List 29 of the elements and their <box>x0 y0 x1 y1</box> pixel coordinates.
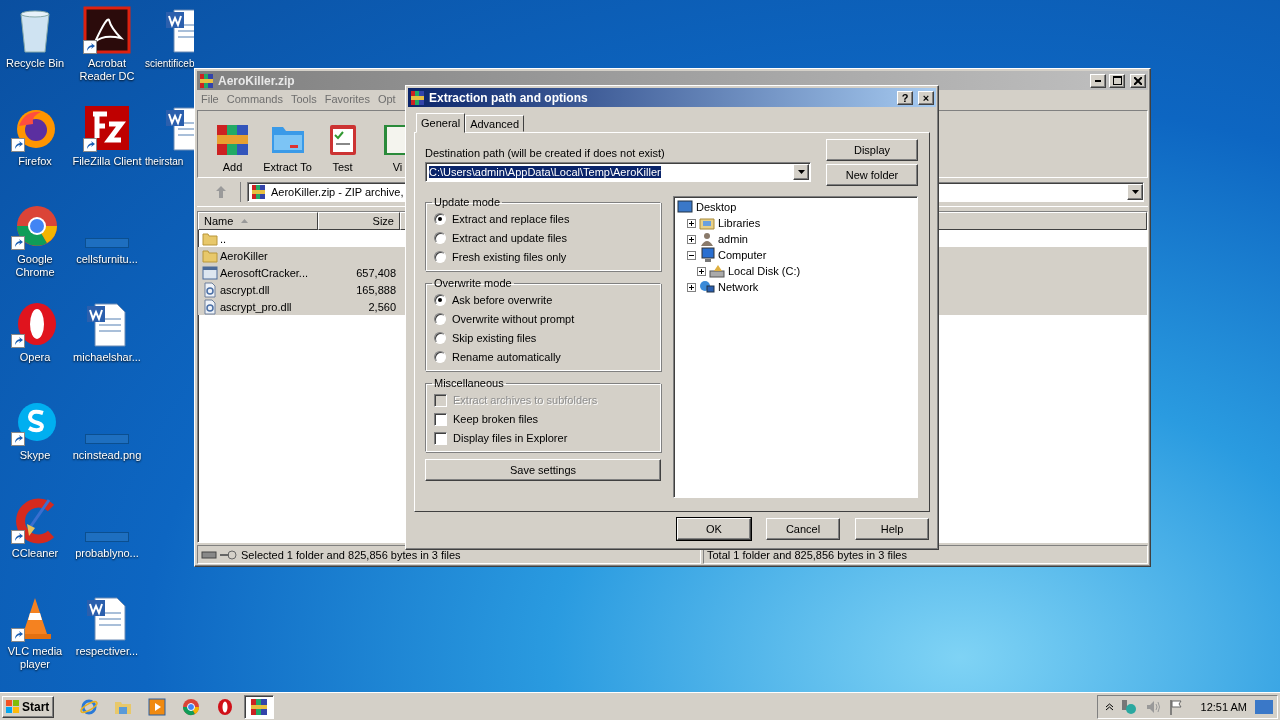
option-label: Extract archives to subfolders <box>453 394 598 406</box>
file-size: 2,560 <box>367 300 396 313</box>
group-title: Overwrite mode <box>433 277 513 289</box>
clock: 12:51 AM <box>1200 700 1247 713</box>
window-title: Extraction path and options <box>429 90 589 105</box>
option-label: Skip existing files <box>452 332 537 344</box>
file-name: .. <box>220 232 227 245</box>
option-label: Overwrite without prompt <box>452 313 575 325</box>
option-label: Display files in Explorer <box>453 432 568 444</box>
option-label: Rename automatically <box>452 351 561 363</box>
file-name: ascrypt.dll <box>220 283 270 296</box>
option-label: Fresh existing files only <box>452 251 567 263</box>
field-label: Destination path (will be created if does not exist) <box>425 147 666 159</box>
address-text: AeroKiller.zip - ZIP archive, <box>271 186 404 198</box>
group-title: Update mode <box>433 196 502 208</box>
option-label: Extract and replace files <box>452 213 570 225</box>
group-title: Miscellaneous <box>433 377 505 389</box>
status-text: Total 1 folder and 825,856 bytes in 3 files <box>707 548 907 561</box>
file-name: ascrypt_pro.dll <box>220 300 292 313</box>
option-label: Ask before overwrite <box>452 294 553 306</box>
file-name: AerosoftCracker... <box>220 266 309 279</box>
path-text: C:\Users\admin\AppData\Local\Temp\AeroKiller <box>429 166 661 178</box>
status-text: Selected 1 folder and 825,856 bytes in 3 files <box>241 548 461 561</box>
file-name: AeroKiller <box>220 249 268 262</box>
file-size: 657,408 <box>355 266 396 279</box>
option-label: Extract and update files <box>452 232 567 244</box>
window-title: AeroKiller.zip <box>218 73 296 88</box>
option-label: Keep broken files <box>453 413 538 425</box>
file-size: 165,888 <box>355 283 396 296</box>
